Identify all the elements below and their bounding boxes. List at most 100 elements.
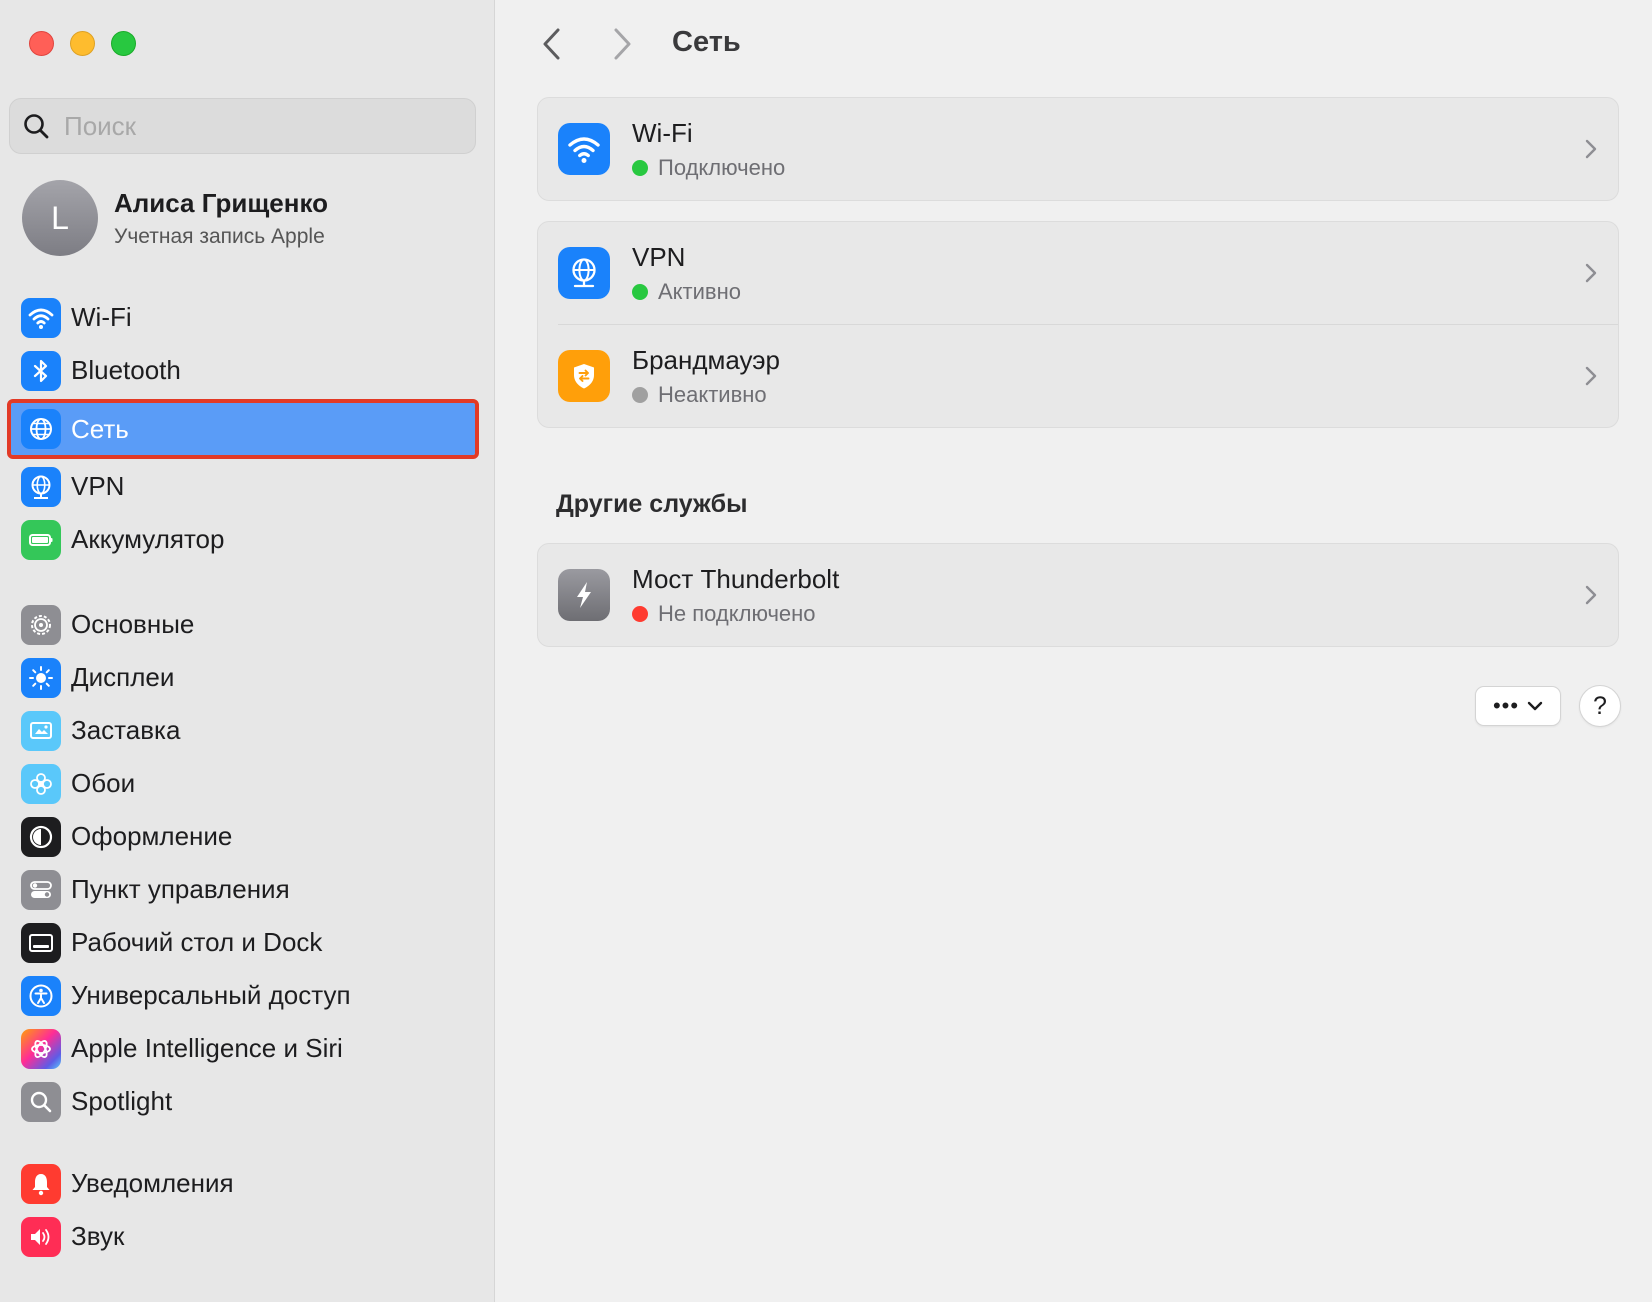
- service-title: VPN: [632, 241, 686, 272]
- chevron-right-icon: [1585, 585, 1597, 605]
- sidebar-item-sound[interactable]: Звук: [11, 1210, 475, 1263]
- status-dot: [632, 605, 648, 622]
- service-row-wifi[interactable]: Wi-Fi Подключено: [538, 98, 1618, 200]
- status-dot: [632, 159, 648, 176]
- sidebar-item-displays[interactable]: Дисплеи: [11, 651, 475, 704]
- sidebar-item-label: Основные: [71, 609, 195, 639]
- firewall-shield-icon: [558, 350, 610, 402]
- account-subtitle: Учетная запись Apple: [114, 224, 325, 248]
- sidebar-item-appearance[interactable]: Оформление: [11, 810, 475, 863]
- wifi-icon: [21, 297, 61, 338]
- sidebar-item-vpn[interactable]: VPN: [11, 460, 475, 513]
- sidebar-item-label: Обои: [71, 768, 136, 798]
- search-box[interactable]: [9, 98, 476, 154]
- sun-icon: [21, 657, 61, 698]
- sidebar-item-spotlight[interactable]: Spotlight: [11, 1075, 475, 1128]
- main-pane: Сеть Wi-Fi Подключено VPN Активно Брандм…: [496, 0, 1652, 1302]
- section-title-other-services: Другие службы: [556, 490, 748, 518]
- help-button[interactable]: ?: [1579, 685, 1621, 727]
- service-row-vpn[interactable]: VPN Активно: [538, 222, 1618, 324]
- globe-icon: [21, 409, 61, 449]
- avatar: L: [22, 180, 98, 256]
- window-controls: [29, 31, 136, 56]
- chevron-right-icon: [614, 28, 631, 60]
- sidebar-item-label: Дисплеи: [71, 662, 175, 692]
- ellipsis-icon: •••: [1492, 693, 1520, 718]
- sidebar-item-label: Apple Intelligence и Siri: [71, 1033, 343, 1063]
- screensaver-icon: [21, 710, 61, 751]
- thunderbolt-icon: [558, 569, 610, 621]
- sidebar-item-notifications[interactable]: Уведомления: [11, 1157, 475, 1210]
- chevron-right-icon: [1585, 366, 1597, 386]
- thunderbolt-card: Мост Thunderbolt Не подключено: [537, 543, 1619, 647]
- flower-icon: [21, 763, 61, 804]
- vpn-firewall-card: VPN Активно Брандмауэр Неактивно: [537, 221, 1619, 428]
- service-status: Неактивно: [658, 381, 767, 407]
- sidebar-item-control-center[interactable]: Пункт управления: [11, 863, 475, 916]
- sidebar-item-label: Уведомления: [71, 1168, 234, 1198]
- zoom-window-button[interactable]: [111, 31, 136, 56]
- chevron-down-icon: [1527, 701, 1543, 711]
- forward-button[interactable]: [606, 26, 638, 62]
- sidebar-item-label: Рабочий стол и Dock: [71, 927, 323, 957]
- sidebar-item-label: Сеть: [71, 413, 129, 444]
- minimize-window-button[interactable]: [70, 31, 95, 56]
- page-title: Сеть: [672, 26, 741, 58]
- sidebar-item-screensaver[interactable]: Заставка: [11, 704, 475, 757]
- sidebar-item-label: Аккумулятор: [71, 524, 225, 554]
- sidebar-item-battery[interactable]: Аккумулятор: [11, 513, 475, 566]
- bluetooth-icon: [21, 350, 61, 391]
- sidebar-item-label: VPN: [71, 471, 125, 501]
- search-icon: [24, 114, 49, 139]
- service-title: Брандмауэр: [632, 344, 780, 375]
- sidebar-item-label: Пункт управления: [71, 874, 290, 904]
- service-title: Wi-Fi: [632, 117, 693, 148]
- speaker-icon: [21, 1216, 61, 1257]
- sidebar-item-label: Универсальный доступ: [71, 980, 351, 1010]
- bell-icon: [21, 1163, 61, 1204]
- back-button[interactable]: [536, 26, 568, 62]
- magnifier-icon: [21, 1081, 61, 1122]
- status-dot: [632, 386, 648, 403]
- sidebar-item-desktop-dock[interactable]: Рабочий стол и Dock: [11, 916, 475, 969]
- control-center-icon: [21, 869, 61, 910]
- account-row[interactable]: L Алиса Грищенко Учетная запись Apple: [22, 180, 328, 256]
- status-dot: [632, 283, 648, 300]
- service-status: Не подключено: [658, 600, 816, 626]
- vpn-globe-icon: [21, 466, 61, 507]
- service-status: Подключено: [658, 154, 786, 180]
- vpn-globe-icon: [558, 247, 610, 299]
- account-name: Алиса Грищенко: [114, 187, 329, 218]
- chevron-right-icon: [1585, 263, 1597, 283]
- sidebar-item-label: Wi-Fi: [71, 302, 132, 332]
- battery-icon: [21, 519, 61, 560]
- sidebar-item-label: Оформление: [71, 821, 233, 851]
- gear-icon: [21, 604, 61, 645]
- wifi-icon: [558, 123, 610, 175]
- accessibility-icon: [21, 975, 61, 1016]
- sidebar-item-label: Bluetooth: [71, 355, 181, 385]
- siri-icon: [21, 1028, 61, 1069]
- service-title: Мост Thunderbolt: [632, 563, 840, 594]
- sidebar-item-wifi[interactable]: Wi-Fi: [11, 291, 475, 344]
- chevron-left-icon: [543, 28, 560, 60]
- sidebar-item-siri[interactable]: Apple Intelligence и Siri: [11, 1022, 475, 1075]
- sidebar: L Алиса Грищенко Учетная запись Apple Wi…: [0, 0, 495, 1302]
- dock-icon: [21, 922, 61, 963]
- service-row-thunderbolt[interactable]: Мост Thunderbolt Не подключено: [538, 544, 1618, 646]
- more-actions-button[interactable]: •••: [1475, 686, 1561, 726]
- sidebar-item-wallpaper[interactable]: Обои: [11, 757, 475, 810]
- sidebar-item-label: Spotlight: [71, 1086, 173, 1116]
- appearance-icon: [21, 816, 61, 857]
- service-status: Активно: [658, 278, 741, 304]
- sidebar-item-label: Звук: [71, 1221, 125, 1251]
- search-input[interactable]: [64, 110, 464, 142]
- sidebar-item-bluetooth[interactable]: Bluetooth: [11, 344, 475, 397]
- close-window-button[interactable]: [29, 31, 54, 56]
- sidebar-item-accessibility[interactable]: Универсальный доступ: [11, 969, 475, 1022]
- wifi-card: Wi-Fi Подключено: [537, 97, 1619, 201]
- sidebar-item-network[interactable]: Сеть: [7, 399, 479, 459]
- chevron-right-icon: [1585, 139, 1597, 159]
- sidebar-item-general[interactable]: Основные: [11, 598, 475, 651]
- service-row-firewall[interactable]: Брандмауэр Неактивно: [558, 324, 1618, 427]
